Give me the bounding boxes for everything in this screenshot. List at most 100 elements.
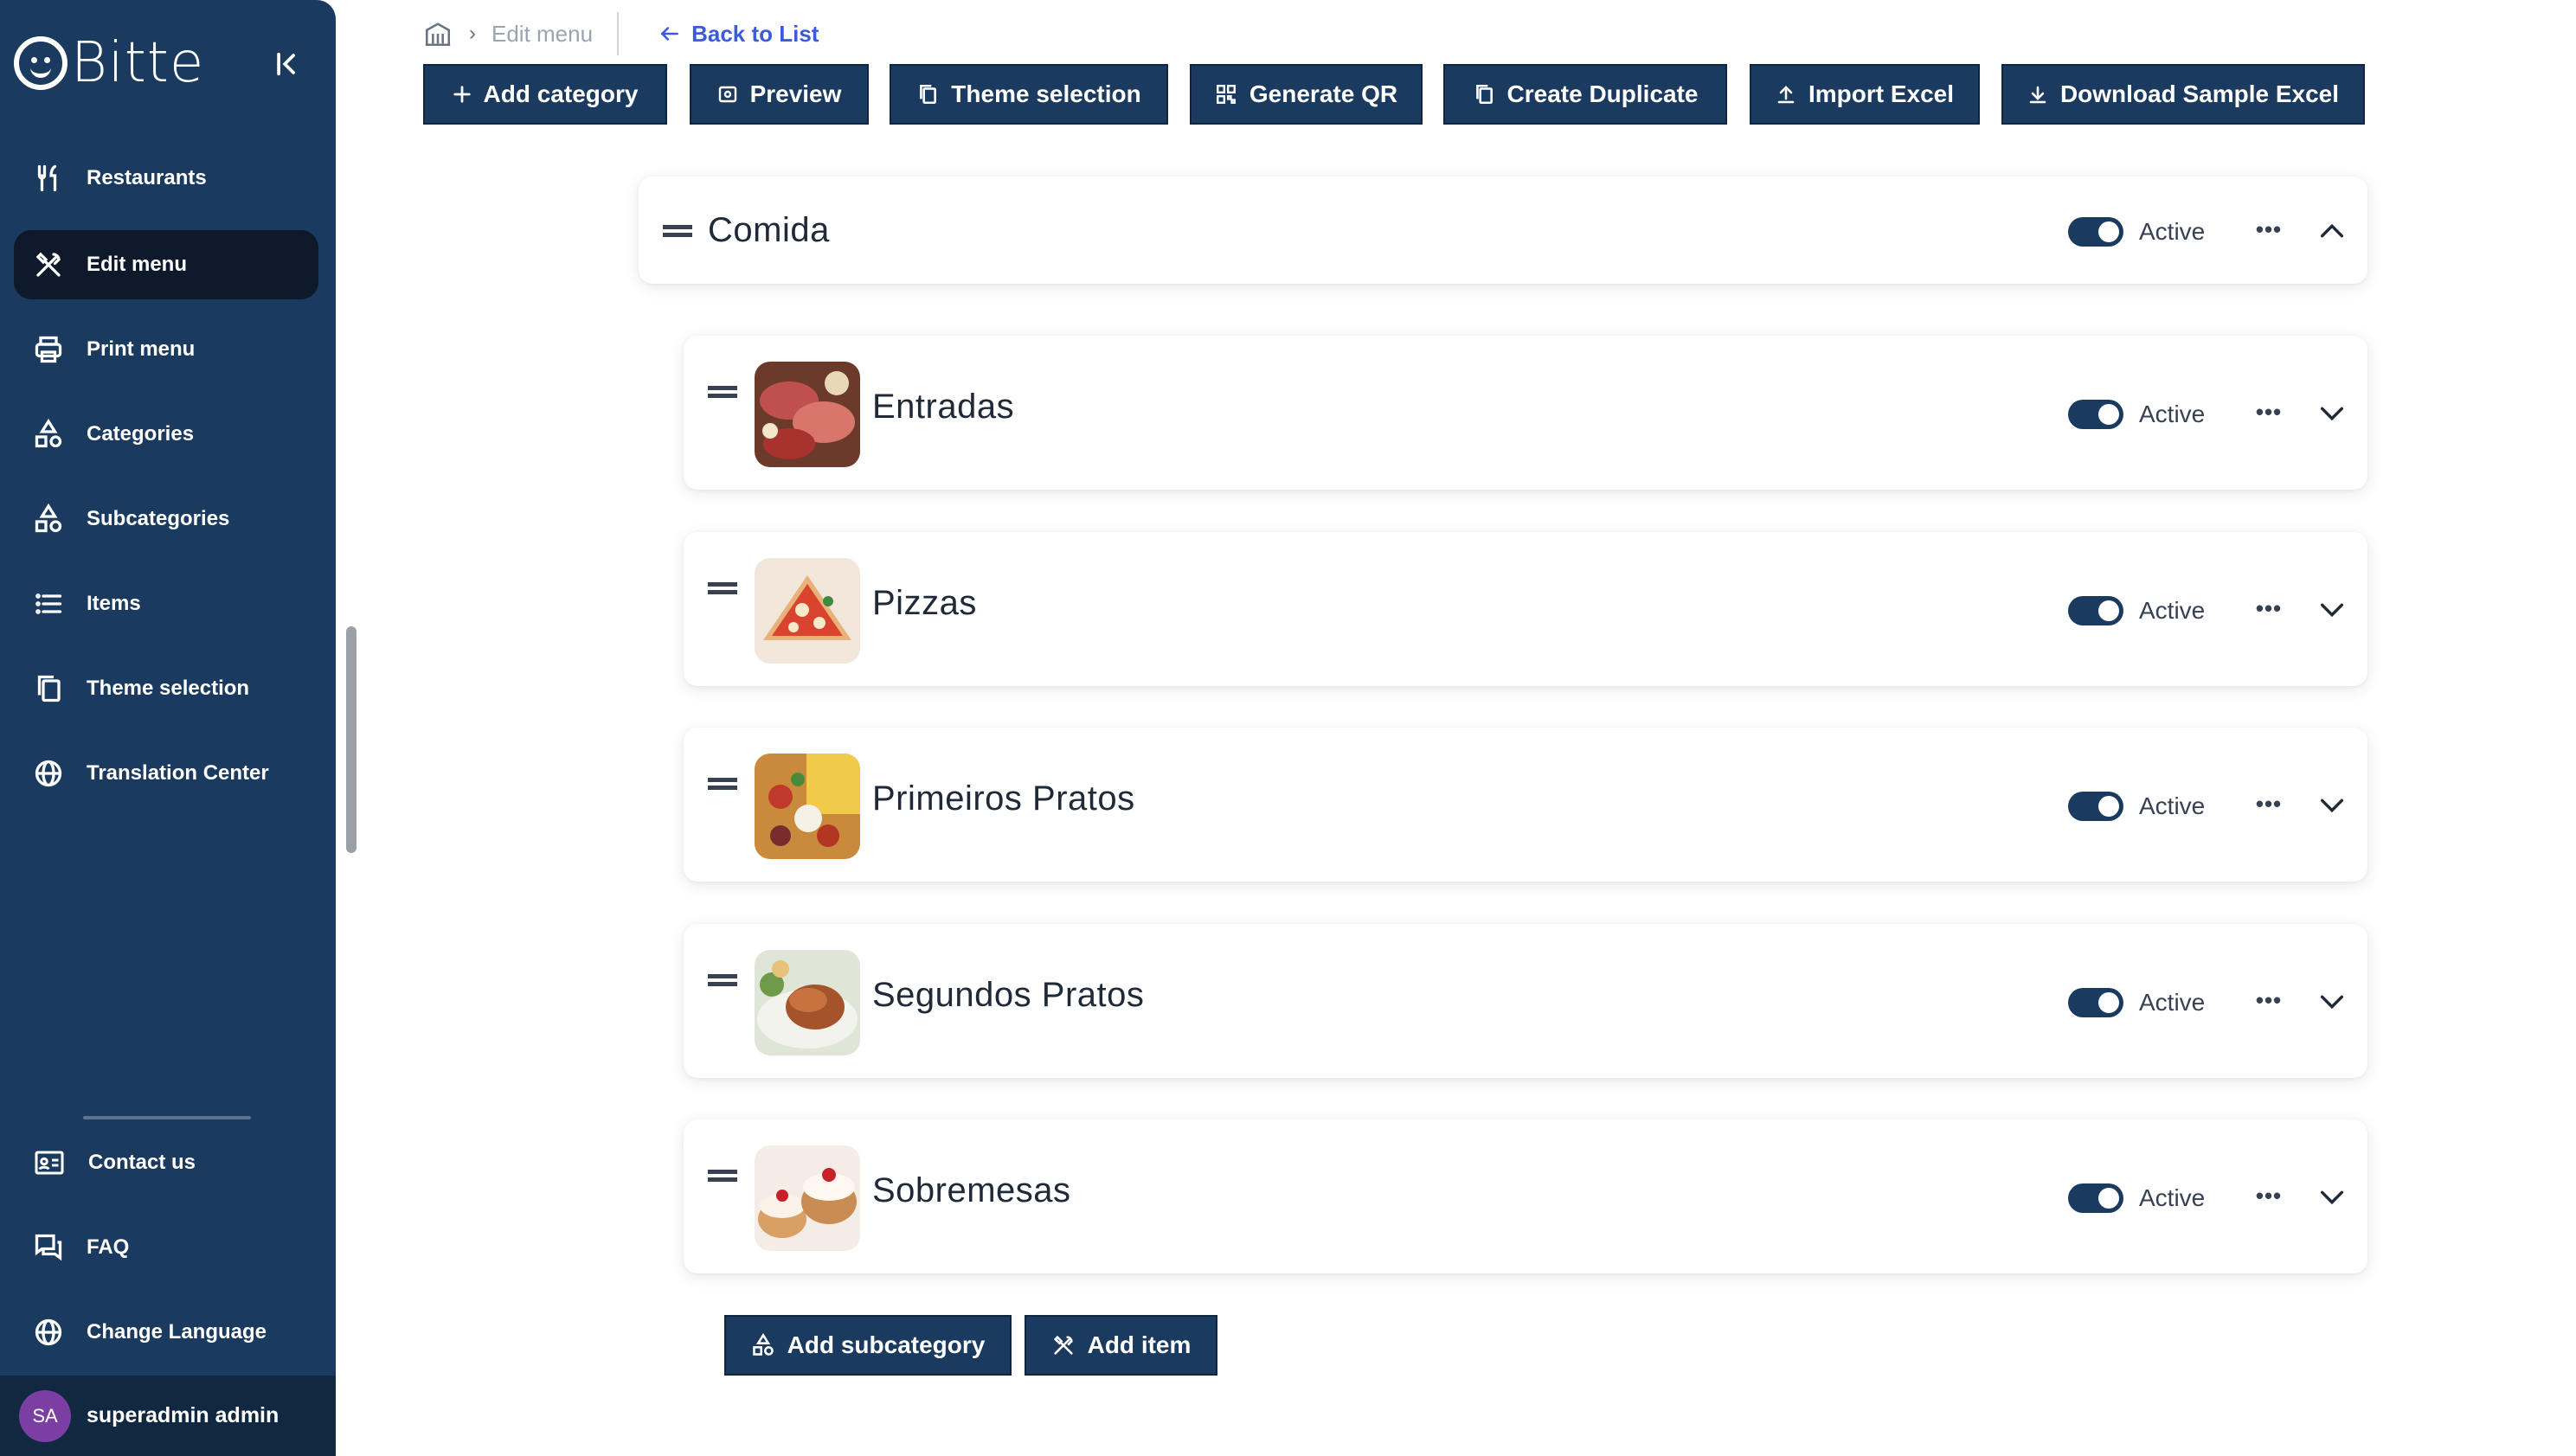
chat-bubbles-icon [35, 1234, 62, 1261]
subcategory-status-toggle[interactable] [2068, 596, 2123, 625]
sidebar-item-edit-menu[interactable]: Edit menu [14, 230, 318, 299]
chevron-down-icon[interactable] [2315, 1180, 2349, 1215]
subcategory-status-toggle[interactable] [2068, 400, 2123, 429]
subcategory-title: Sobremesas [872, 1171, 1071, 1209]
more-options-icon[interactable]: ••• [2250, 399, 2288, 425]
status-label: Active [2139, 989, 2206, 1016]
sidebar: Bitte Restaurants Edit menu Print menu C… [0, 0, 336, 1456]
drag-handle-icon[interactable] [663, 225, 692, 237]
add-subcategory-button[interactable]: Add subcategory [724, 1315, 1012, 1376]
avatar: SA [19, 1389, 71, 1442]
add-subcategory-label: Add subcategory [787, 1331, 986, 1358]
subcategory-thumbnail [755, 558, 860, 664]
drag-handle-icon[interactable] [708, 386, 737, 398]
sidebar-item-label: Theme selection [87, 677, 250, 700]
import-excel-button[interactable]: Import Excel [1750, 64, 1980, 125]
theme-selection-label: Theme selection [951, 80, 1141, 107]
more-options-icon[interactable]: ••• [2250, 1183, 2288, 1209]
subcategory-status-toggle[interactable] [2068, 792, 2123, 821]
sidebar-item-items[interactable]: Items [14, 569, 318, 638]
logo-icon [14, 36, 67, 90]
drag-handle-icon[interactable] [708, 1170, 737, 1182]
sidebar-item-subcategories[interactable]: Subcategories [14, 484, 318, 554]
preview-label: Preview [749, 80, 842, 107]
subcategory-card: Primeiros Pratos Active ••• [684, 728, 2367, 882]
sidebar-item-label: Change Language [87, 1320, 267, 1344]
sidebar-item-categories[interactable]: Categories [14, 400, 318, 469]
subcategory-thumbnail [755, 362, 860, 467]
sidebar-item-restaurants[interactable]: Restaurants [14, 144, 318, 213]
download-icon [2029, 86, 2046, 104]
create-duplicate-label: Create Duplicate [1506, 80, 1699, 107]
upload-icon [1777, 86, 1795, 104]
chevron-down-icon[interactable] [2315, 396, 2349, 431]
download-sample-excel-label: Download Sample Excel [2059, 80, 2340, 107]
fork-knife-icon [37, 164, 57, 192]
status-label: Active [2139, 792, 2206, 819]
bitte-logo[interactable]: Bitte [14, 31, 204, 95]
preview-button[interactable]: Preview [690, 64, 869, 125]
status-label: Active [2139, 401, 2206, 427]
logo-text: Bitte [71, 31, 205, 95]
building-icon[interactable] [422, 19, 453, 48]
add-category-button[interactable]: Add category [423, 64, 667, 125]
subcategory-card: Entradas Active ••• [684, 336, 2367, 490]
more-options-icon[interactable]: ••• [2250, 595, 2288, 621]
shapes-icon [752, 1333, 774, 1356]
subcategory-title: Entradas [872, 388, 1015, 426]
sidebar-item-faq[interactable]: FAQ [14, 1213, 318, 1282]
more-options-icon[interactable]: ••• [2250, 791, 2288, 817]
more-options-icon[interactable]: ••• [2250, 987, 2288, 1013]
sidebar-item-print-menu[interactable]: Print menu [14, 315, 318, 384]
shapes-icon [35, 419, 62, 448]
sidebar-item-label: Categories [87, 422, 195, 446]
add-item-button[interactable]: Add item [1025, 1315, 1217, 1376]
sidebar-item-label: Contact us [88, 1151, 196, 1174]
create-duplicate-button[interactable]: Create Duplicate [1443, 64, 1727, 125]
sidebar-scrollbar[interactable] [346, 626, 357, 853]
category-status-toggle[interactable] [2068, 217, 2123, 247]
user-profile[interactable]: SA superadmin admin [0, 1376, 336, 1456]
drag-handle-icon[interactable] [708, 778, 737, 790]
download-sample-excel-button[interactable]: Download Sample Excel [2001, 64, 2365, 125]
chevron-down-icon[interactable] [2315, 985, 2349, 1019]
generate-qr-button[interactable]: Generate QR [1190, 64, 1423, 125]
sidebar-item-translation-center[interactable]: Translation Center [14, 739, 318, 808]
sidebar-item-change-language[interactable]: Change Language [14, 1298, 318, 1367]
list-icon [35, 593, 62, 614]
sidebar-item-theme-selection[interactable]: Theme selection [14, 654, 318, 723]
subcategory-title: Segundos Pratos [872, 976, 1145, 1014]
chevron-up-icon[interactable] [2315, 214, 2349, 248]
collapse-sidebar-icon[interactable] [270, 47, 305, 81]
breadcrumb-current: Edit menu [491, 20, 594, 47]
back-to-list-link[interactable]: Back to List [658, 21, 819, 48]
user-name: superadmin admin [87, 1403, 279, 1427]
add-item-label: Add item [1087, 1331, 1192, 1358]
add-category-label: Add category [483, 80, 639, 107]
more-options-icon[interactable]: ••• [2250, 216, 2288, 242]
chevron-down-icon[interactable] [2315, 788, 2349, 823]
printer-icon [35, 336, 62, 363]
subcategory-status-toggle[interactable] [2068, 1183, 2123, 1213]
sidebar-item-label: Restaurants [87, 166, 207, 189]
sidebar-item-label: Items [87, 592, 141, 615]
drag-handle-icon[interactable] [708, 582, 737, 594]
qr-code-icon [1216, 85, 1236, 104]
theme-selection-button[interactable]: Theme selection [890, 64, 1168, 125]
breadcrumb-chevron-icon: › [469, 22, 476, 45]
chevron-down-icon[interactable] [2315, 593, 2349, 627]
subcategory-status-toggle[interactable] [2068, 988, 2123, 1017]
generate-qr-label: Generate QR [1249, 80, 1398, 107]
back-to-list-label: Back to List [691, 20, 819, 47]
globe-icon [35, 1318, 62, 1346]
sidebar-item-contact-us[interactable]: Contact us [14, 1128, 318, 1197]
subcategory-card: Sobremesas Active ••• [684, 1119, 2367, 1273]
import-excel-label: Import Excel [1808, 80, 1955, 107]
sidebar-item-label: Edit menu [87, 253, 188, 276]
subcategory-thumbnail [755, 950, 860, 1055]
status-label: Active [2139, 597, 2206, 624]
sidebar-divider [83, 1116, 251, 1119]
breadcrumb: › Edit menu Back to List [422, 12, 819, 55]
drag-handle-icon[interactable] [708, 974, 737, 986]
subcategory-thumbnail [755, 1145, 860, 1251]
